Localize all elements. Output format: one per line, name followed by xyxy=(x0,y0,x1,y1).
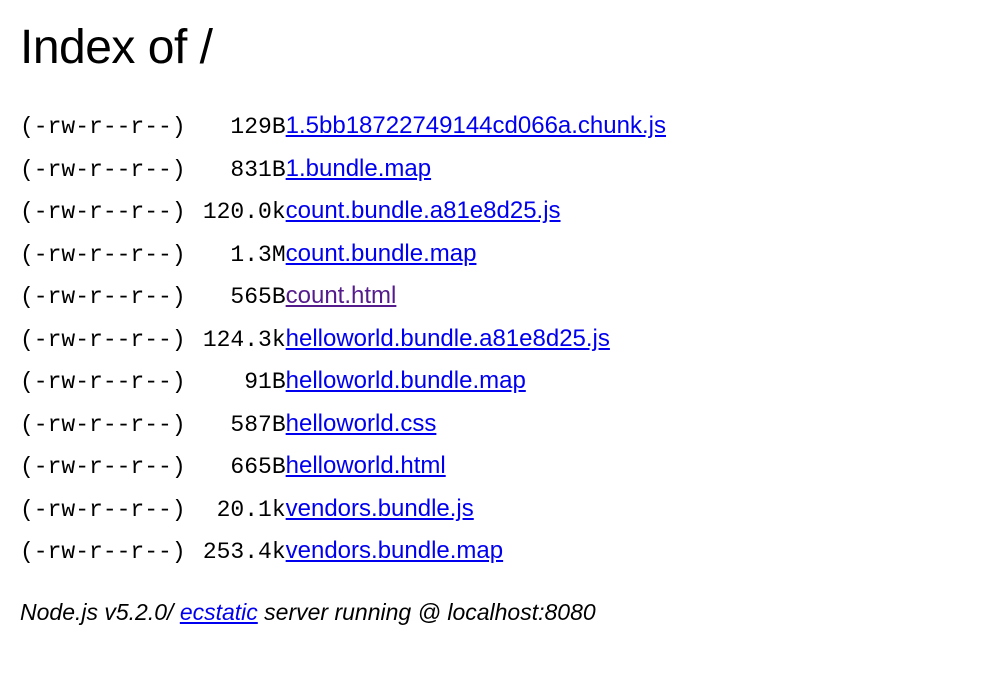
page-title: Index of / xyxy=(20,20,972,75)
file-size: 129B xyxy=(186,105,286,148)
table-row: (-rw-r--r--)20.1kvendors.bundle.js xyxy=(20,488,666,531)
table-row: (-rw-r--r--)831B1.bundle.map xyxy=(20,148,666,191)
file-size: 20.1k xyxy=(186,488,286,531)
file-permissions: (-rw-r--r--) xyxy=(20,105,186,148)
file-link[interactable]: helloworld.bundle.a81e8d25.js xyxy=(286,325,610,352)
file-size: 587B xyxy=(186,403,286,446)
table-row: (-rw-r--r--)253.4kvendors.bundle.map xyxy=(20,530,666,573)
file-permissions: (-rw-r--r--) xyxy=(20,275,186,318)
table-row: (-rw-r--r--)665Bhelloworld.html xyxy=(20,445,666,488)
file-permissions: (-rw-r--r--) xyxy=(20,530,186,573)
file-name-cell: helloworld.bundle.a81e8d25.js xyxy=(286,318,666,361)
file-name-cell: helloworld.css xyxy=(286,403,666,446)
file-link[interactable]: count.html xyxy=(286,282,397,309)
file-size: 665B xyxy=(186,445,286,488)
footer-link[interactable]: ecstatic xyxy=(180,599,258,625)
file-name-cell: 1.5bb18722749144cd066a.chunk.js xyxy=(286,105,666,148)
file-name-cell: helloworld.html xyxy=(286,445,666,488)
file-permissions: (-rw-r--r--) xyxy=(20,190,186,233)
file-permissions: (-rw-r--r--) xyxy=(20,403,186,446)
table-row: (-rw-r--r--)565Bcount.html xyxy=(20,275,666,318)
footer: Node.js v5.2.0/ ecstatic server running … xyxy=(20,599,972,626)
file-permissions: (-rw-r--r--) xyxy=(20,360,186,403)
file-link[interactable]: helloworld.css xyxy=(286,410,437,437)
file-name-cell: helloworld.bundle.map xyxy=(286,360,666,403)
file-size: 120.0k xyxy=(186,190,286,233)
table-row: (-rw-r--r--)91Bhelloworld.bundle.map xyxy=(20,360,666,403)
file-link[interactable]: vendors.bundle.js xyxy=(286,495,474,522)
file-size: 1.3M xyxy=(186,233,286,276)
file-listing-table: (-rw-r--r--)129B1.5bb18722749144cd066a.c… xyxy=(20,105,666,573)
file-size: 253.4k xyxy=(186,530,286,573)
file-name-cell: count.bundle.map xyxy=(286,233,666,276)
table-row: (-rw-r--r--)587Bhelloworld.css xyxy=(20,403,666,446)
file-link[interactable]: 1.bundle.map xyxy=(286,155,431,182)
table-row: (-rw-r--r--)1.3Mcount.bundle.map xyxy=(20,233,666,276)
file-permissions: (-rw-r--r--) xyxy=(20,445,186,488)
file-link[interactable]: helloworld.bundle.map xyxy=(286,367,526,394)
file-name-cell: vendors.bundle.js xyxy=(286,488,666,531)
file-permissions: (-rw-r--r--) xyxy=(20,318,186,361)
footer-suffix: server running @ localhost:8080 xyxy=(258,599,596,625)
file-permissions: (-rw-r--r--) xyxy=(20,488,186,531)
file-size: 565B xyxy=(186,275,286,318)
footer-prefix: Node.js v5.2.0/ xyxy=(20,599,180,625)
file-name-cell: 1.bundle.map xyxy=(286,148,666,191)
table-row: (-rw-r--r--)124.3khelloworld.bundle.a81e… xyxy=(20,318,666,361)
table-row: (-rw-r--r--)120.0kcount.bundle.a81e8d25.… xyxy=(20,190,666,233)
file-name-cell: count.html xyxy=(286,275,666,318)
file-link[interactable]: helloworld.html xyxy=(286,452,446,479)
file-permissions: (-rw-r--r--) xyxy=(20,233,186,276)
file-link[interactable]: count.bundle.a81e8d25.js xyxy=(286,197,561,224)
file-link[interactable]: count.bundle.map xyxy=(286,240,477,267)
file-name-cell: count.bundle.a81e8d25.js xyxy=(286,190,666,233)
file-permissions: (-rw-r--r--) xyxy=(20,148,186,191)
file-link[interactable]: vendors.bundle.map xyxy=(286,537,503,564)
table-row: (-rw-r--r--)129B1.5bb18722749144cd066a.c… xyxy=(20,105,666,148)
file-link[interactable]: 1.5bb18722749144cd066a.chunk.js xyxy=(286,112,666,139)
file-size: 124.3k xyxy=(186,318,286,361)
file-size: 91B xyxy=(186,360,286,403)
file-size: 831B xyxy=(186,148,286,191)
file-name-cell: vendors.bundle.map xyxy=(286,530,666,573)
